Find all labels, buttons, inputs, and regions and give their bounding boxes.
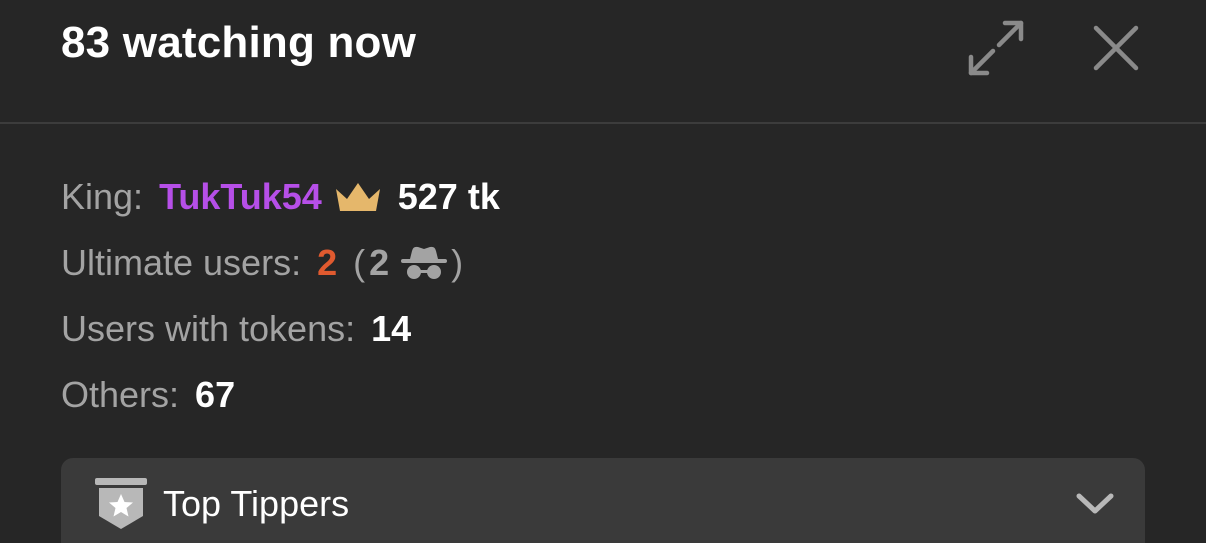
top-tippers-dropdown[interactable]: Top Tippers <box>61 458 1145 543</box>
anonymous-ultimate-group: ( 2 ) <box>353 242 463 284</box>
viewer-stats: King: TukTuk54 527 tk Ultimate users: 2 … <box>61 164 500 428</box>
king-label: King: <box>61 176 144 217</box>
expand-arrows-icon <box>968 20 1024 76</box>
close-x-icon <box>1093 25 1139 71</box>
crown-icon <box>334 179 382 215</box>
ultimate-users-label: Ultimate users: <box>61 242 302 283</box>
users-with-tokens-count: 14 <box>371 308 412 349</box>
page-title: 83 watching now <box>61 18 417 67</box>
ultimate-users-row: Ultimate users: 2 ( 2) <box>61 230 500 296</box>
others-row: Others: 67 <box>61 362 500 428</box>
others-count: 67 <box>195 374 236 415</box>
close-button[interactable] <box>1086 18 1146 78</box>
chevron-down-icon <box>1073 486 1117 525</box>
close-paren: ) <box>451 242 464 283</box>
users-with-tokens-label: Users with tokens: <box>61 308 356 349</box>
star-badge-icon <box>93 476 149 537</box>
viewers-panel: 83 watching now King: TukTuk54 527 tk Ul… <box>0 0 1206 543</box>
panel-header: 83 watching now <box>0 0 1206 124</box>
top-tippers-label: Top Tippers <box>163 483 350 524</box>
king-row: King: TukTuk54 527 tk <box>61 164 500 230</box>
others-label: Others: <box>61 374 180 415</box>
open-paren: ( <box>353 242 366 283</box>
king-username[interactable]: TukTuk54 <box>159 176 322 218</box>
expand-button[interactable] <box>966 18 1026 78</box>
users-with-tokens-row: Users with tokens: 14 <box>61 296 500 362</box>
incognito-icon <box>399 245 449 281</box>
king-tokens: 527 tk <box>397 176 500 217</box>
ultimate-users-count: 2 <box>317 242 338 283</box>
anonymous-ultimate-count: 2 <box>369 242 390 283</box>
